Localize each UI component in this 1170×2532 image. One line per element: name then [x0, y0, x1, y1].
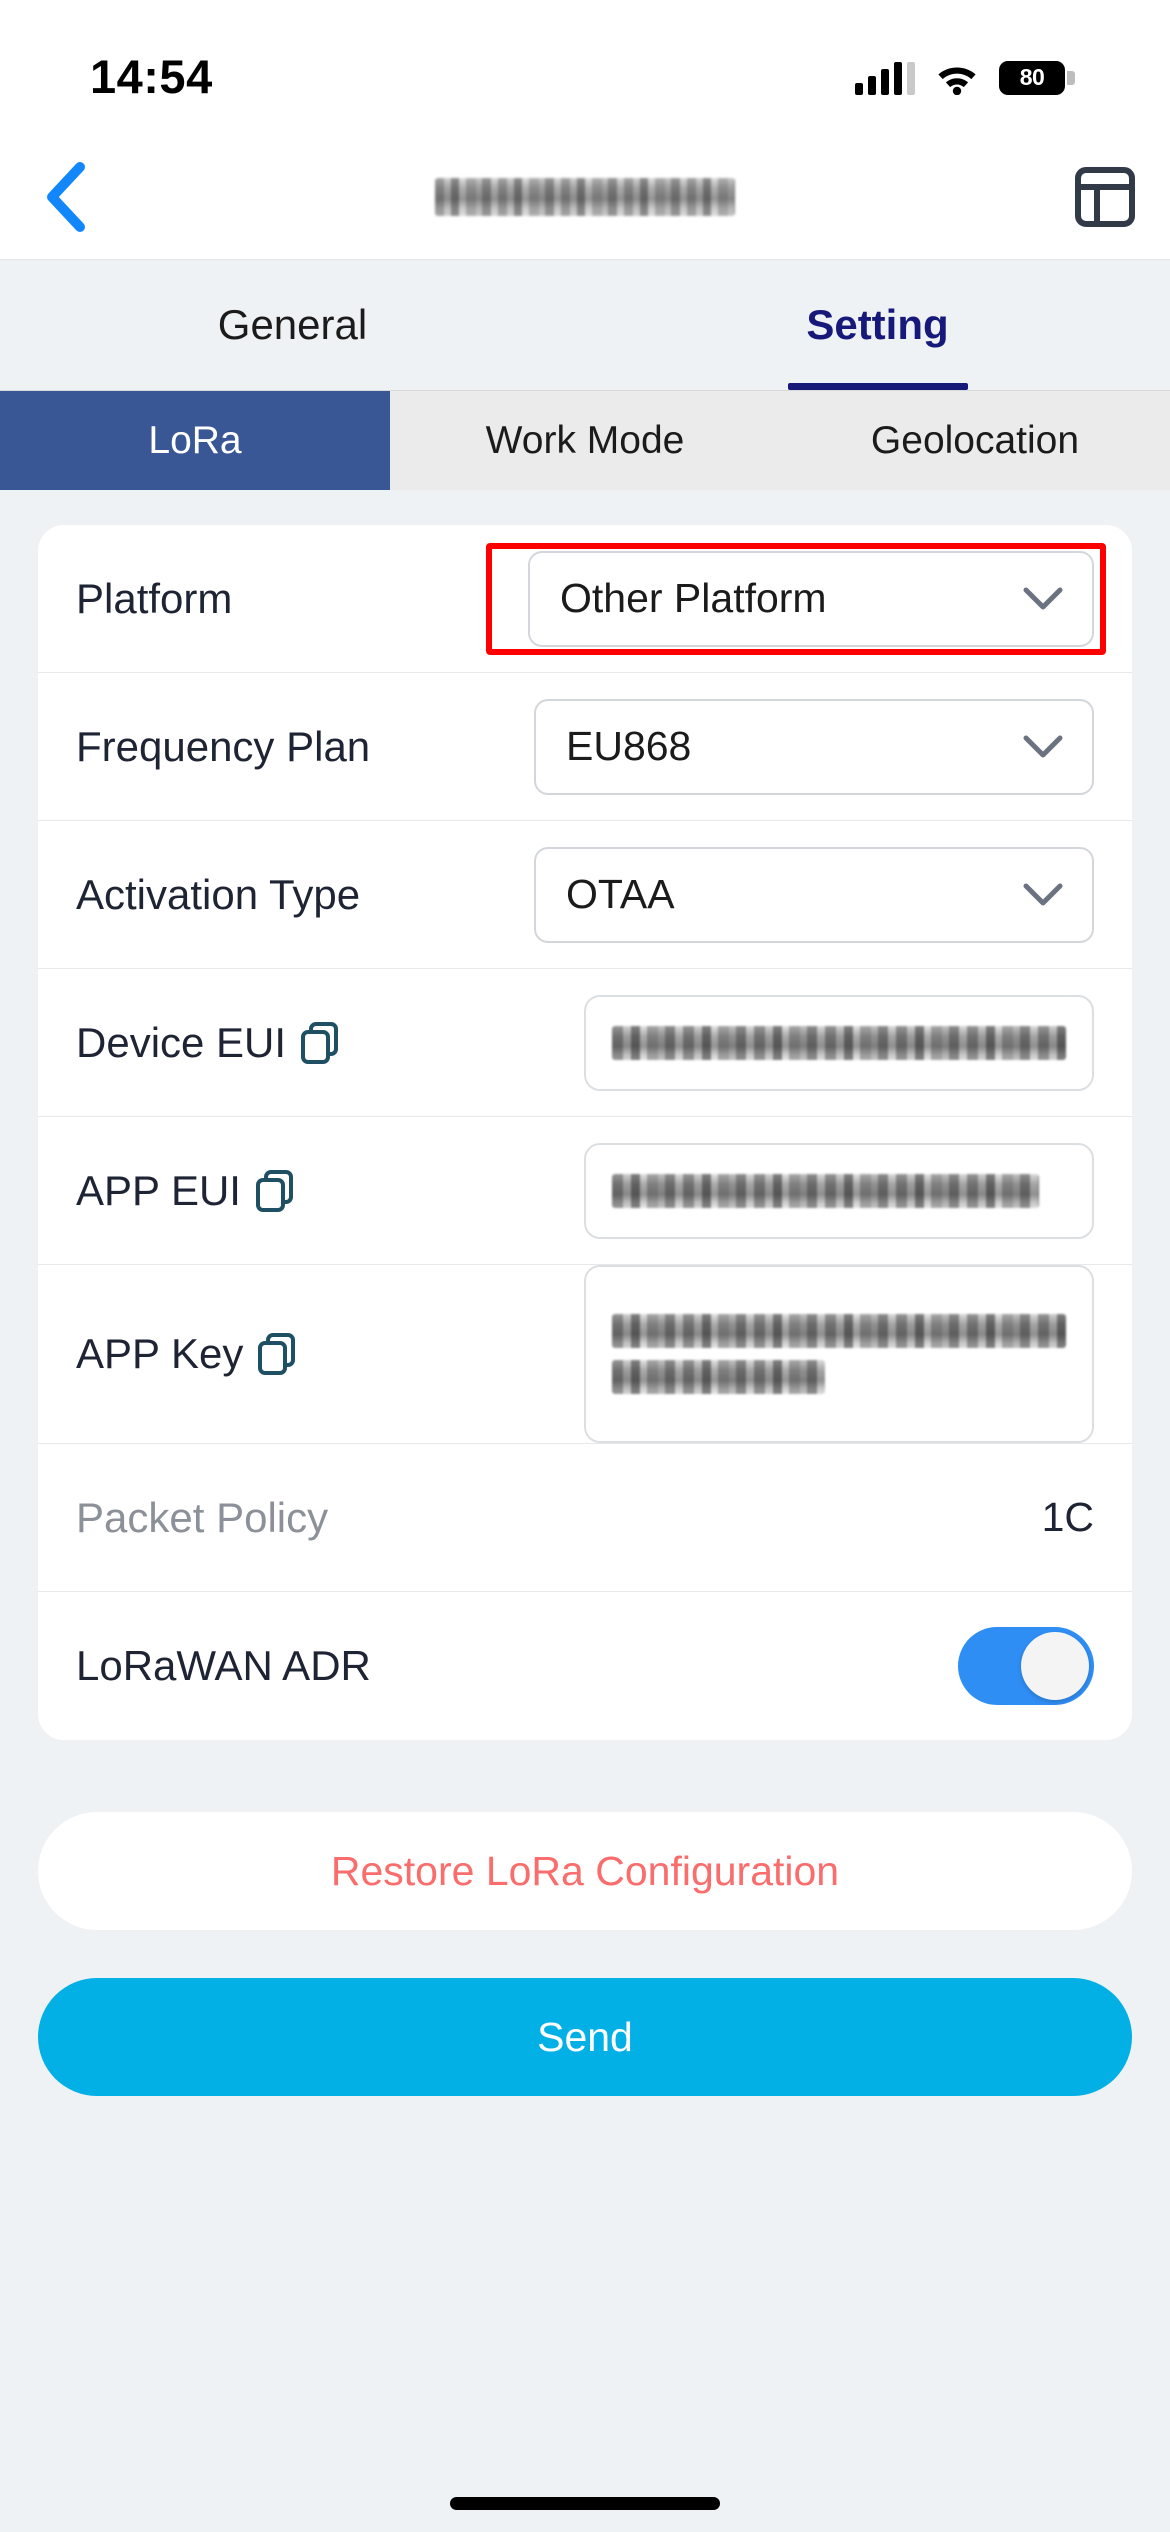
status-bar: 14:54 80: [0, 0, 1170, 135]
device-eui-label: Device EUI: [76, 1019, 340, 1067]
segment-lora[interactable]: LoRa: [0, 391, 390, 490]
lorawan-adr-label: LoRaWAN ADR: [76, 1642, 371, 1689]
copy-icon[interactable]: [255, 1169, 295, 1213]
segmented-control: LoRa Work Mode Geolocation: [0, 390, 1170, 490]
app-screen: 14:54 80 General Setting LoRa Work Mode …: [0, 0, 1170, 2532]
packet-policy-label: Packet Policy: [76, 1493, 329, 1541]
tab-general[interactable]: General: [0, 260, 585, 390]
tab-setting[interactable]: Setting: [585, 260, 1170, 390]
app-key-label: APP Key: [76, 1330, 297, 1378]
tab-bar: General Setting: [0, 260, 1170, 390]
chevron-down-icon: [1023, 587, 1063, 609]
lorawan-adr-toggle[interactable]: [958, 1627, 1094, 1705]
cellular-signal-icon: [855, 61, 915, 95]
device-eui-value: [612, 1025, 1066, 1060]
action-buttons: Restore LoRa Configuration Send: [0, 1740, 1170, 2096]
segment-geolocation[interactable]: Geolocation: [780, 391, 1170, 490]
row-frequency-plan: Frequency Plan EU868: [38, 673, 1132, 821]
row-app-eui: APP EUI: [38, 1117, 1132, 1265]
platform-label: Platform: [76, 574, 233, 622]
row-packet-policy: Packet Policy 1C: [38, 1444, 1132, 1592]
app-key-label-text: APP Key: [76, 1330, 244, 1377]
app-eui-label-text: APP EUI: [76, 1166, 241, 1214]
packet-policy-value: 1C: [1041, 1494, 1094, 1540]
back-chevron-icon: [47, 162, 85, 232]
app-eui-label: APP EUI: [76, 1167, 295, 1215]
lora-settings-card: Platform Other Platform Frequency Plan E…: [38, 525, 1132, 1740]
copy-icon[interactable]: [300, 1021, 340, 1065]
copy-icon[interactable]: [257, 1332, 297, 1376]
status-indicators: 80: [855, 41, 1075, 95]
chevron-down-icon: [1023, 735, 1063, 757]
platform-value: Other Platform: [560, 575, 827, 621]
activation-type-label: Activation Type: [76, 870, 361, 918]
row-lorawan-adr: LoRaWAN ADR: [38, 1592, 1132, 1740]
segment-geolocation-label: Geolocation: [870, 418, 1080, 462]
app-key-value: [612, 1314, 1066, 1348]
nav-bar: [0, 135, 1170, 260]
device-eui-value-box[interactable]: [584, 994, 1094, 1091]
active-tab-indicator: [787, 383, 968, 390]
page-title: [130, 178, 1040, 216]
row-activation-type: Activation Type OTAA: [38, 821, 1132, 969]
device-eui-label-text: Device EUI: [76, 1018, 287, 1066]
toggle-knob: [1021, 1632, 1089, 1700]
tab-setting-label: Setting: [806, 301, 949, 348]
status-time: 14:54: [90, 50, 213, 103]
settings-content: Platform Other Platform Frequency Plan E…: [0, 490, 1170, 1740]
battery-icon: 80: [999, 60, 1075, 95]
activation-type-value: OTAA: [566, 871, 675, 917]
segment-work-mode[interactable]: Work Mode: [390, 391, 780, 490]
restore-lora-configuration-button[interactable]: Restore LoRa Configuration: [38, 1812, 1132, 1930]
back-button[interactable]: [0, 161, 130, 233]
frequency-plan-label: Frequency Plan: [76, 722, 371, 770]
app-key-value-box[interactable]: [584, 1265, 1094, 1443]
app-key-value-line2: [612, 1360, 826, 1394]
segment-work-mode-label: Work Mode: [485, 418, 685, 462]
page-title-redacted: [435, 178, 735, 216]
row-platform: Platform Other Platform: [38, 525, 1132, 673]
chevron-down-icon: [1023, 883, 1063, 905]
row-app-key: APP Key: [38, 1265, 1132, 1444]
segment-lora-label: LoRa: [148, 418, 242, 462]
battery-level: 80: [1019, 64, 1045, 90]
activation-type-dropdown[interactable]: OTAA: [534, 846, 1094, 943]
tab-general-label: General: [217, 301, 368, 348]
row-device-eui: Device EUI: [38, 969, 1132, 1117]
layout-panel-button[interactable]: [1040, 165, 1170, 229]
layout-panel-icon: [1075, 167, 1135, 227]
home-indicator: [450, 2497, 720, 2510]
frequency-plan-dropdown[interactable]: EU868: [534, 698, 1094, 795]
send-button[interactable]: Send: [38, 1978, 1132, 2096]
app-eui-value: [612, 1173, 1039, 1208]
wifi-icon: [935, 61, 979, 95]
frequency-plan-value: EU868: [566, 723, 692, 769]
app-eui-value-box[interactable]: [584, 1142, 1094, 1239]
platform-dropdown[interactable]: Other Platform: [528, 550, 1094, 647]
